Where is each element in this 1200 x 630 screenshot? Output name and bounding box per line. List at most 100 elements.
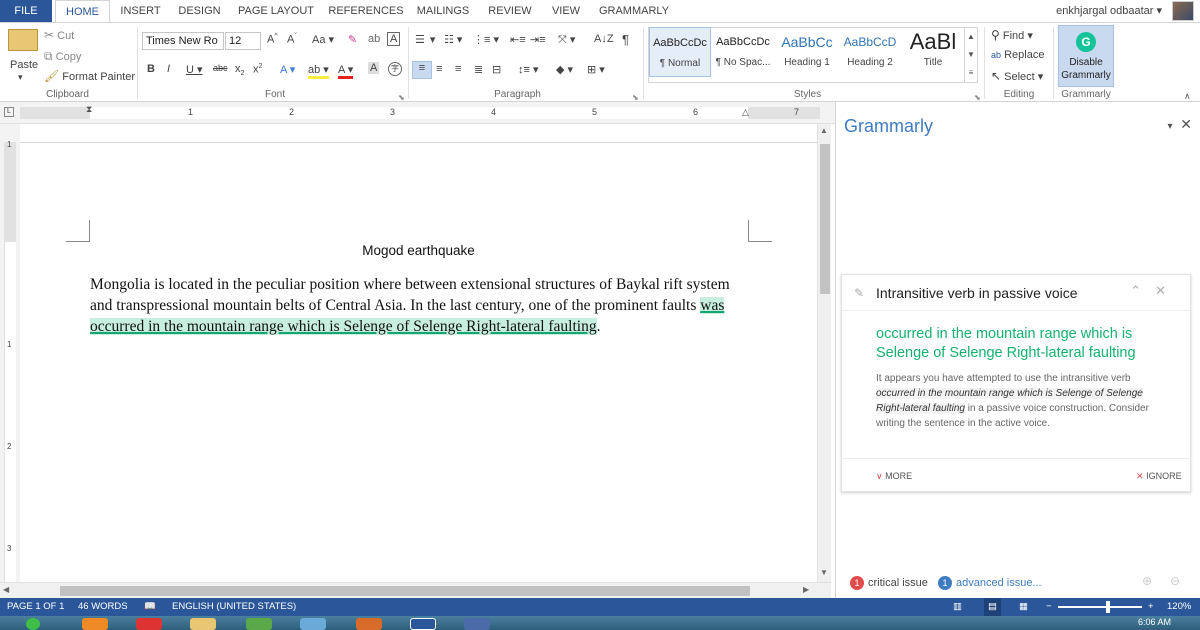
tab-view[interactable]: VIEW — [544, 0, 588, 22]
copy-button[interactable]: ⧉ Copy — [44, 49, 81, 64]
scroll-right-icon[interactable]: ▶ — [803, 585, 809, 594]
read-mode-icon[interactable]: ▥ — [953, 598, 962, 616]
paragraph-dialog-launcher-icon[interactable]: ⬊ — [632, 93, 639, 102]
grow-font-icon[interactable]: A^ — [267, 33, 278, 46]
user-name[interactable]: enkhjargal odbaatar ▾ — [1056, 0, 1162, 22]
scroll-down-icon[interactable]: ▼ — [820, 568, 828, 577]
vertical-scroll-thumb[interactable] — [820, 144, 830, 294]
subscript-button[interactable]: x2 — [235, 63, 244, 77]
character-border-icon[interactable]: A — [387, 32, 401, 46]
tab-home[interactable]: HOME — [55, 0, 110, 22]
style-no-spacing[interactable]: AaBbCcDc ¶ No Spac... — [712, 27, 774, 77]
highlight-color-icon[interactable]: ab ▾ — [308, 63, 329, 79]
font-name-field[interactable]: Times New Ro — [142, 32, 224, 50]
right-indent-marker-icon[interactable]: △ — [742, 107, 749, 118]
tab-mailings[interactable]: MAILINGS — [410, 0, 476, 22]
page-count[interactable]: PAGE 1 OF 1 — [7, 598, 64, 616]
justify-button[interactable]: ≣ — [474, 63, 483, 76]
tab-insert[interactable]: INSERT — [113, 0, 168, 22]
numbering-icon[interactable]: ☷ ▾ — [444, 33, 462, 46]
text-effects-icon[interactable]: A ▾ — [280, 63, 295, 76]
pane-options-icon[interactable]: ▾ — [1167, 121, 1172, 132]
start-orb-icon[interactable] — [26, 618, 40, 630]
sort-icon[interactable]: A↓Z — [594, 33, 614, 45]
font-size-field[interactable]: 12 — [225, 32, 261, 50]
format-painter-button[interactable]: 🖌 Format Painter — [44, 69, 135, 83]
tab-page-layout[interactable]: PAGE LAYOUT — [232, 0, 320, 22]
horizontal-scrollbar[interactable]: ◀ ▶ — [0, 582, 831, 598]
app-icon[interactable] — [300, 618, 326, 630]
advanced-issues[interactable]: 1 advanced issue... — [938, 576, 1042, 590]
explorer-icon[interactable] — [190, 618, 216, 630]
bold-button[interactable]: B — [147, 63, 155, 75]
align-left-button[interactable]: ≡ — [412, 61, 432, 79]
distributed-icon[interactable]: ⊟ — [492, 63, 501, 76]
paste-icon[interactable] — [8, 29, 38, 51]
style-heading-2[interactable]: AaBbCcD Heading 2 — [839, 27, 901, 77]
cut-button[interactable]: ✂ Cut — [44, 28, 74, 42]
underline-button[interactable]: U ▾ — [186, 63, 203, 76]
style-heading-1[interactable]: AaBbCc Heading 1 — [776, 27, 838, 77]
borders-icon[interactable]: ⊞ ▾ — [587, 63, 605, 76]
card-close-icon[interactable]: ✕ — [1155, 283, 1180, 298]
bullets-icon[interactable]: ☰ ▾ — [415, 33, 436, 46]
change-case-icon[interactable]: Aa ▾ — [312, 33, 334, 46]
vertical-scrollbar[interactable]: ▲ ▼ — [817, 124, 831, 582]
tab-design[interactable]: DESIGN — [172, 0, 227, 22]
styles-dialog-launcher-icon[interactable]: ⬊ — [974, 93, 981, 102]
find-button[interactable]: ⚲ Find ▾ — [991, 28, 1033, 42]
collapse-ribbon-icon[interactable]: ∧ — [1184, 91, 1191, 102]
paste-dropdown-icon[interactable]: ▾ — [18, 72, 23, 83]
scroll-left-icon[interactable]: ◀ — [3, 585, 9, 594]
multilevel-list-icon[interactable]: ⋮≡ ▾ — [473, 33, 499, 46]
style-normal[interactable]: AaBbCcDc ¶ Normal — [649, 27, 711, 77]
tab-review[interactable]: REVIEW — [482, 0, 538, 22]
document-canvas[interactable]: Mogod earthquake Mongolia is located in … — [20, 124, 817, 582]
enclose-characters-icon[interactable]: 字 — [388, 62, 402, 76]
zoom-out-icon[interactable]: − — [1046, 598, 1052, 616]
collapse-icon[interactable]: ⌃ — [1130, 283, 1155, 298]
zoom-in-icon[interactable]: + — [1148, 598, 1154, 616]
strikethrough-button[interactable]: abc — [213, 63, 228, 73]
print-layout-icon[interactable]: ▤ — [984, 598, 1001, 616]
document-heading[interactable]: Mogod earthquake — [20, 243, 817, 258]
suggestion-card[interactable]: ✎ Intransitive verb in passive voice ⌃ ✕ … — [841, 274, 1191, 492]
asian-layout-icon[interactable]: ⤧ ▾ — [558, 33, 575, 47]
prev-issue-icon[interactable]: ⊕ — [1142, 574, 1152, 588]
next-issue-icon[interactable]: ⊖ — [1170, 574, 1180, 588]
align-right-button[interactable]: ≡ — [455, 63, 461, 75]
avatar[interactable] — [1172, 1, 1194, 21]
suggested-replacement[interactable]: occurred in the mountain range which is … — [876, 325, 1176, 363]
ignore-button[interactable]: ✕ IGNORE — [1136, 471, 1182, 482]
tab-file[interactable]: FILE — [0, 0, 52, 22]
app-icon[interactable] — [464, 618, 490, 630]
zoom-level[interactable]: 120% — [1167, 598, 1191, 616]
close-icon[interactable]: ✕ — [1180, 116, 1192, 132]
align-center-button[interactable]: ≡ — [436, 63, 442, 75]
phonetic-guide-icon[interactable]: ab — [368, 33, 380, 45]
zoom-slider-thumb[interactable] — [1106, 601, 1110, 613]
word-count[interactable]: 46 WORDS — [78, 598, 128, 616]
italic-button[interactable]: I — [167, 63, 170, 75]
paragraph-shading-icon[interactable]: ◆ ▾ — [556, 63, 573, 76]
show-marks-icon[interactable]: ¶ — [622, 32, 629, 47]
app-icon[interactable] — [246, 618, 272, 630]
decrease-indent-icon[interactable]: ⇤≡ — [510, 33, 526, 46]
more-button[interactable]: ∨ MORE — [876, 471, 912, 482]
shading-icon[interactable]: A — [368, 62, 380, 74]
disable-grammarly-button[interactable]: G Disable Grammarly — [1058, 25, 1114, 87]
powerpoint-icon[interactable] — [356, 618, 382, 630]
firefox-icon[interactable] — [82, 618, 108, 630]
scroll-up-icon[interactable]: ▲ — [820, 126, 828, 135]
font-dialog-launcher-icon[interactable]: ⬊ — [398, 93, 405, 102]
web-layout-icon[interactable]: ▦ — [1019, 598, 1028, 616]
paste-button[interactable]: Paste — [10, 59, 38, 71]
language[interactable]: ENGLISH (UNITED STATES) — [172, 598, 296, 616]
chrome-icon[interactable] — [136, 618, 162, 630]
horizontal-scroll-thumb[interactable] — [60, 586, 750, 596]
font-color-icon[interactable]: A ▾ — [338, 63, 354, 79]
critical-issues[interactable]: 1 critical issue — [850, 576, 928, 590]
proofing-icon[interactable]: 📖 — [144, 598, 156, 616]
tab-grammarly[interactable]: GRAMMARLY — [594, 0, 674, 22]
superscript-button[interactable]: x2 — [253, 63, 262, 76]
